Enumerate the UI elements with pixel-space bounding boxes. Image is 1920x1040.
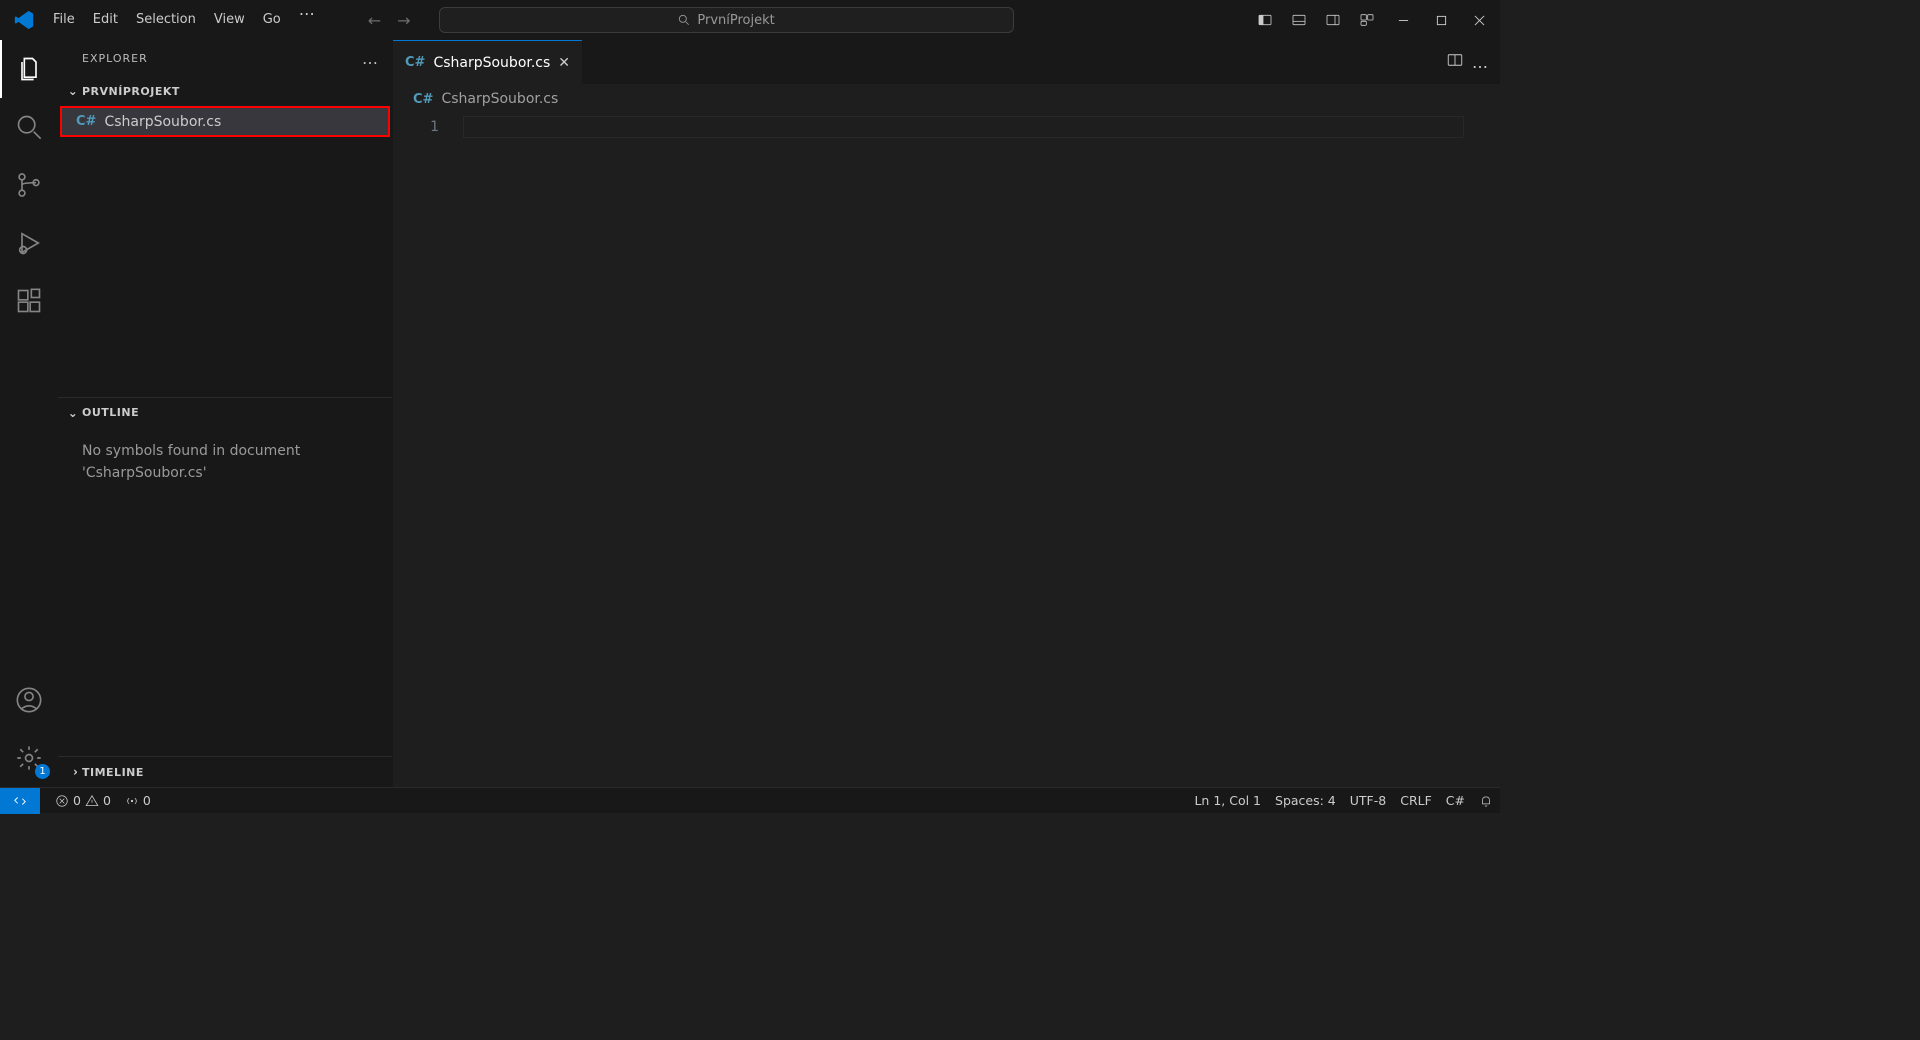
nav-forward-icon[interactable]: →	[393, 11, 414, 30]
status-indentation[interactable]: Spaces: 4	[1268, 793, 1343, 808]
chevron-right-icon: ⌄	[66, 763, 80, 781]
status-notifications-icon[interactable]	[1472, 794, 1500, 808]
sidebar-title: EXPLORER …	[58, 40, 392, 76]
project-name-label: PRVNÍPROJEKT	[82, 85, 180, 98]
sidebar-title-text: EXPLORER	[82, 52, 362, 65]
editor-more-icon[interactable]: …	[1472, 53, 1490, 72]
errors-count: 0	[73, 793, 81, 808]
menu-go[interactable]: Go	[254, 0, 290, 40]
split-editor-icon[interactable]	[1446, 51, 1464, 73]
file-row-label: CsharpSoubor.cs	[104, 114, 221, 130]
activity-accounts-icon[interactable]	[0, 671, 58, 729]
remote-indicator-icon[interactable]	[0, 788, 40, 814]
menu-bar: File Edit Selection View Go …	[44, 0, 326, 40]
csharp-file-icon: C#	[413, 92, 433, 107]
vscode-logo-icon	[4, 9, 44, 31]
tab-close-icon[interactable]: ✕	[558, 55, 570, 71]
toggle-panel-icon[interactable]	[1284, 0, 1314, 40]
current-line-highlight	[463, 116, 1464, 138]
activity-run-debug-icon[interactable]	[0, 214, 58, 272]
tab-label: CsharpSoubor.cs	[433, 55, 550, 71]
menu-view[interactable]: View	[205, 0, 254, 40]
warnings-count: 0	[103, 793, 111, 808]
command-center-text: PrvníProjekt	[697, 13, 774, 28]
status-bar: 0 0 0 Ln 1, Col 1 Spaces: 4 UTF-8 CRLF C…	[0, 787, 1500, 813]
status-eol[interactable]: CRLF	[1393, 793, 1439, 808]
activity-explorer-icon[interactable]	[0, 40, 58, 98]
file-row-csharpsoubor[interactable]: C# CsharpSoubor.cs	[60, 106, 390, 137]
csharp-file-icon: C#	[405, 55, 425, 70]
text-editor[interactable]: 1	[393, 114, 1500, 787]
nav-back-icon[interactable]: ←	[364, 11, 385, 30]
activity-bar: 1	[0, 40, 58, 787]
maximize-icon[interactable]	[1424, 0, 1458, 40]
settings-badge: 1	[35, 764, 50, 779]
editor-area: C# CsharpSoubor.cs ✕ … C# CsharpSoubor.c…	[393, 40, 1500, 787]
minimap[interactable]	[1486, 114, 1500, 787]
outline-empty-text: No symbols found in document 'CsharpSoub…	[58, 428, 392, 497]
activity-settings-icon[interactable]: 1	[0, 729, 58, 787]
minimize-icon[interactable]	[1386, 0, 1420, 40]
timeline-header-label: TIMELINE	[82, 766, 144, 779]
customize-layout-icon[interactable]	[1352, 0, 1382, 40]
breadcrumbs[interactable]: C# CsharpSoubor.cs	[393, 84, 1500, 114]
toggle-primary-sidebar-icon[interactable]	[1250, 0, 1280, 40]
outline-header-label: OUTLINE	[82, 406, 139, 419]
timeline-section-header[interactable]: ⌄ TIMELINE	[58, 757, 392, 787]
project-section-header[interactable]: ⌄ PRVNÍPROJEKT	[58, 76, 392, 106]
menu-selection[interactable]: Selection	[127, 0, 205, 40]
line-gutter: 1	[393, 114, 463, 787]
outline-section-header[interactable]: ⌄ OUTLINE	[58, 398, 392, 428]
csharp-file-icon: C#	[76, 114, 96, 129]
status-language[interactable]: C#	[1439, 793, 1472, 808]
line-number: 1	[393, 116, 439, 138]
ports-count: 0	[143, 793, 151, 808]
chevron-down-icon: ⌄	[64, 406, 82, 420]
tab-csharpsoubor[interactable]: C# CsharpSoubor.cs ✕	[393, 40, 582, 84]
menu-more-icon[interactable]: …	[290, 0, 326, 40]
activity-source-control-icon[interactable]	[0, 156, 58, 214]
activity-search-icon[interactable]	[0, 98, 58, 156]
chevron-down-icon: ⌄	[64, 84, 82, 98]
title-bar: File Edit Selection View Go … ← → PrvníP…	[0, 0, 1500, 40]
status-ports[interactable]: 0	[118, 793, 158, 808]
menu-file[interactable]: File	[44, 0, 84, 40]
menu-edit[interactable]: Edit	[84, 0, 127, 40]
close-window-icon[interactable]	[1462, 0, 1496, 40]
status-encoding[interactable]: UTF-8	[1343, 793, 1393, 808]
sidebar-explorer: EXPLORER … ⌄ PRVNÍPROJEKT C# CsharpSoubo…	[58, 40, 393, 787]
command-center[interactable]: PrvníProjekt	[439, 7, 1014, 33]
breadcrumb-file: CsharpSoubor.cs	[441, 91, 558, 107]
explorer-more-icon[interactable]: …	[362, 49, 380, 68]
status-problems[interactable]: 0 0	[48, 793, 118, 808]
toggle-secondary-sidebar-icon[interactable]	[1318, 0, 1348, 40]
activity-extensions-icon[interactable]	[0, 272, 58, 330]
tab-bar: C# CsharpSoubor.cs ✕ …	[393, 40, 1500, 84]
status-line-col[interactable]: Ln 1, Col 1	[1187, 793, 1268, 808]
